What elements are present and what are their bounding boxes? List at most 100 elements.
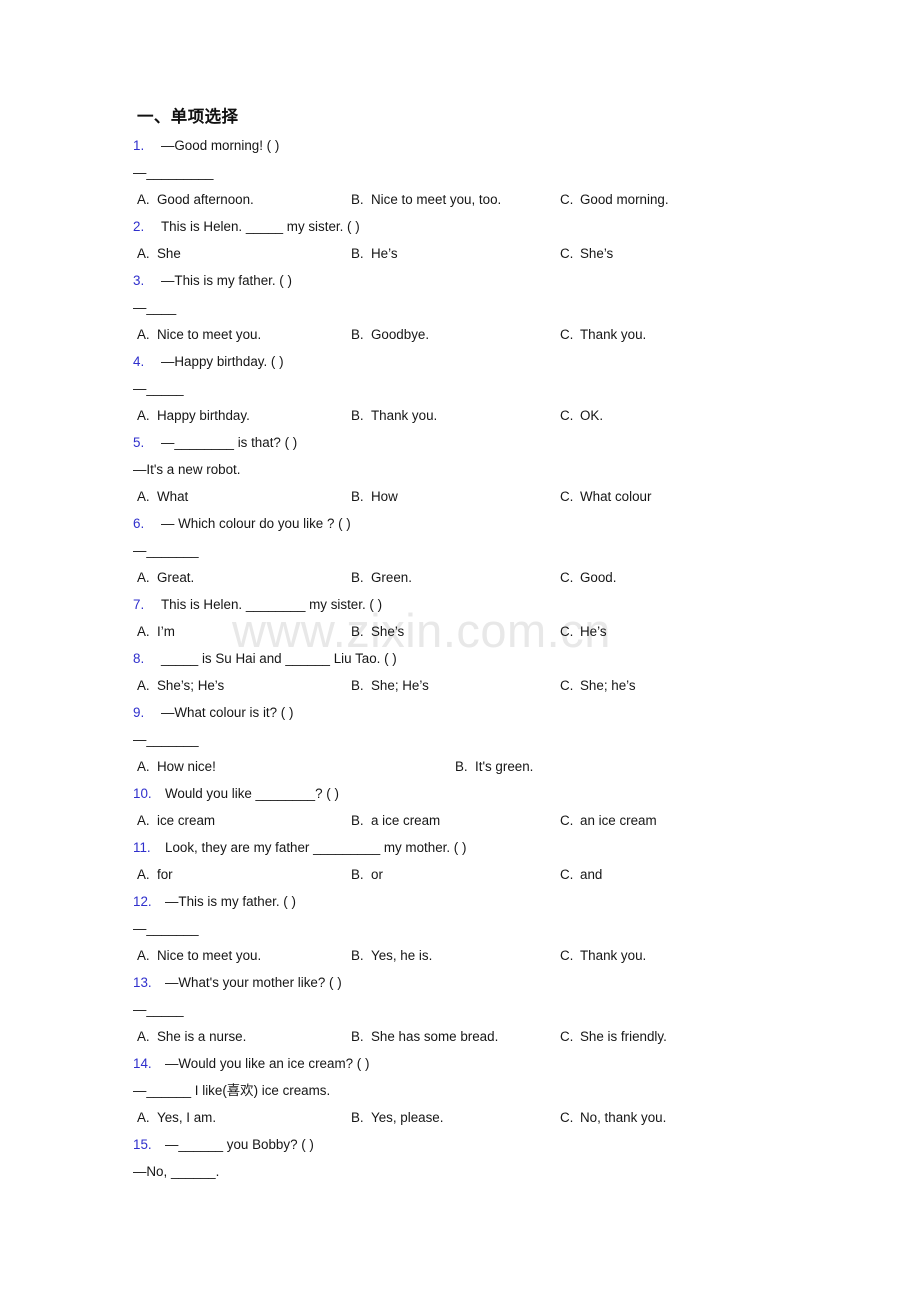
option-key: A.: [137, 678, 150, 693]
option-key: B.: [455, 759, 468, 774]
option-key: A.: [137, 1110, 150, 1125]
answer-prompt-line: —_________: [133, 165, 214, 180]
option-a[interactable]: A. Happy birthday.: [137, 402, 250, 429]
option-c[interactable]: C. She; he’s: [560, 672, 636, 699]
question-number: 3.: [133, 273, 145, 288]
option-row: A. How nice! B. It's green.: [133, 753, 793, 780]
option-key: A.: [137, 246, 150, 261]
option-a[interactable]: A. Nice to meet you.: [137, 321, 261, 348]
option-row: A. for B. or C. and: [133, 861, 793, 888]
option-a[interactable]: A. Good afternoon.: [137, 186, 254, 213]
option-key: C.: [560, 1110, 574, 1125]
option-c[interactable]: C. Thank you.: [560, 942, 646, 969]
option-key: B.: [351, 813, 364, 828]
option-a[interactable]: A. Yes, I am.: [137, 1104, 216, 1131]
option-key: C.: [560, 813, 574, 828]
option-label: She has some bread.: [371, 1029, 499, 1044]
option-key: C.: [560, 1029, 574, 1044]
option-key: C.: [560, 489, 574, 504]
option-c[interactable]: C. What colour: [560, 483, 651, 510]
option-row: A. She’s; He’s B. She; He’s C. She; he’s: [133, 672, 793, 699]
question-number: 14.: [133, 1056, 152, 1071]
option-c[interactable]: C. Thank you.: [560, 321, 646, 348]
option-a[interactable]: A. I’m: [137, 618, 175, 645]
option-b[interactable]: B. a ice cream: [351, 807, 440, 834]
option-b[interactable]: B. Thank you.: [351, 402, 437, 429]
answer-prompt-line: —_______: [133, 921, 199, 936]
option-key: A.: [137, 1029, 150, 1044]
option-b[interactable]: B. Yes, he is.: [351, 942, 432, 969]
option-label: She; he’s: [580, 678, 636, 693]
question-number: 12.: [133, 894, 152, 909]
option-row: A. What B. How C. What colour: [133, 483, 793, 510]
question-stem: 14. —Would you like an ice cream? ( ): [133, 1050, 793, 1077]
option-key: B.: [351, 246, 364, 261]
option-a[interactable]: A. for: [137, 861, 173, 888]
question-text: _____ is Su Hai and ______ Liu Tao. ( ): [161, 651, 397, 666]
question-text: —Would you like an ice cream? ( ): [165, 1056, 370, 1071]
option-b[interactable]: B. She’s: [351, 618, 404, 645]
option-label: She: [157, 246, 181, 261]
page-title: 一、单项选择: [137, 108, 239, 126]
option-b[interactable]: B. Nice to meet you, too.: [351, 186, 501, 213]
option-c[interactable]: C. OK.: [560, 402, 603, 429]
option-b[interactable]: B. She; He’s: [351, 672, 429, 699]
option-key: B.: [351, 1029, 364, 1044]
question-stem: 5. —________ is that? ( ): [133, 429, 793, 456]
option-label: He’s: [580, 624, 607, 639]
option-key: B.: [351, 408, 364, 423]
option-label: No, thank you.: [580, 1110, 667, 1125]
option-a[interactable]: A. Nice to meet you.: [137, 942, 261, 969]
option-b[interactable]: B. Yes, please.: [351, 1104, 443, 1131]
option-b[interactable]: B. He’s: [351, 240, 398, 267]
option-c[interactable]: C. Good morning.: [560, 186, 669, 213]
option-label: She is a nurse.: [157, 1029, 247, 1044]
option-a[interactable]: A. Great.: [137, 564, 194, 591]
option-label: Yes, please.: [371, 1110, 444, 1125]
option-label: Yes, he is.: [371, 948, 433, 963]
option-b[interactable]: B. Goodbye.: [351, 321, 429, 348]
option-a[interactable]: A. She’s; He’s: [137, 672, 224, 699]
option-c[interactable]: C. an ice cream: [560, 807, 657, 834]
option-c[interactable]: C. and: [560, 861, 602, 888]
option-key: C.: [560, 570, 574, 585]
option-key: B.: [351, 570, 364, 585]
option-label: Thank you.: [580, 948, 647, 963]
option-a[interactable]: A. ice cream: [137, 807, 215, 834]
answer-prompt-line: —____: [133, 300, 177, 315]
option-key: B.: [351, 624, 364, 639]
question-number: 4.: [133, 354, 145, 369]
question-stem: 9. —What colour is it? ( ): [133, 699, 793, 726]
option-c[interactable]: C. He’s: [560, 618, 607, 645]
option-row: A. ice cream B. a ice cream C. an ice cream: [133, 807, 793, 834]
option-b[interactable]: B. She has some bread.: [351, 1023, 498, 1050]
option-c[interactable]: C. She is friendly.: [560, 1023, 667, 1050]
option-a[interactable]: A. She is a nurse.: [137, 1023, 246, 1050]
option-c[interactable]: C. She’s: [560, 240, 613, 267]
option-b[interactable]: B. or: [351, 861, 383, 888]
question-text: —What colour is it? ( ): [161, 705, 294, 720]
option-a[interactable]: A. What: [137, 483, 188, 510]
question-number: 10.: [133, 786, 152, 801]
option-label: Nice to meet you, too.: [371, 192, 502, 207]
option-label: Good morning.: [580, 192, 669, 207]
question-text: —What's your mother like? ( ): [165, 975, 342, 990]
option-b[interactable]: B. It's green.: [455, 753, 533, 780]
question-text: This is Helen. ________ my sister. ( ): [161, 597, 383, 612]
option-c[interactable]: C. Good.: [560, 564, 616, 591]
question-stem: 2. This is Helen. _____ my sister. ( ): [133, 213, 793, 240]
option-label: Goodbye.: [371, 327, 430, 342]
option-a[interactable]: A. How nice!: [137, 753, 216, 780]
option-key: B.: [351, 678, 364, 693]
question-text: —Good morning! ( ): [161, 138, 280, 153]
option-label: What colour: [580, 489, 652, 504]
option-c[interactable]: C. No, thank you.: [560, 1104, 666, 1131]
option-b[interactable]: B. Green.: [351, 564, 412, 591]
option-a[interactable]: A. She: [137, 240, 181, 267]
question-stem: 3. —This is my father. ( ): [133, 267, 793, 294]
option-label: Yes, I am.: [157, 1110, 217, 1125]
option-key: C.: [560, 192, 574, 207]
option-b[interactable]: B. How: [351, 483, 398, 510]
option-key: C.: [560, 246, 574, 261]
question-number: 7.: [133, 597, 145, 612]
